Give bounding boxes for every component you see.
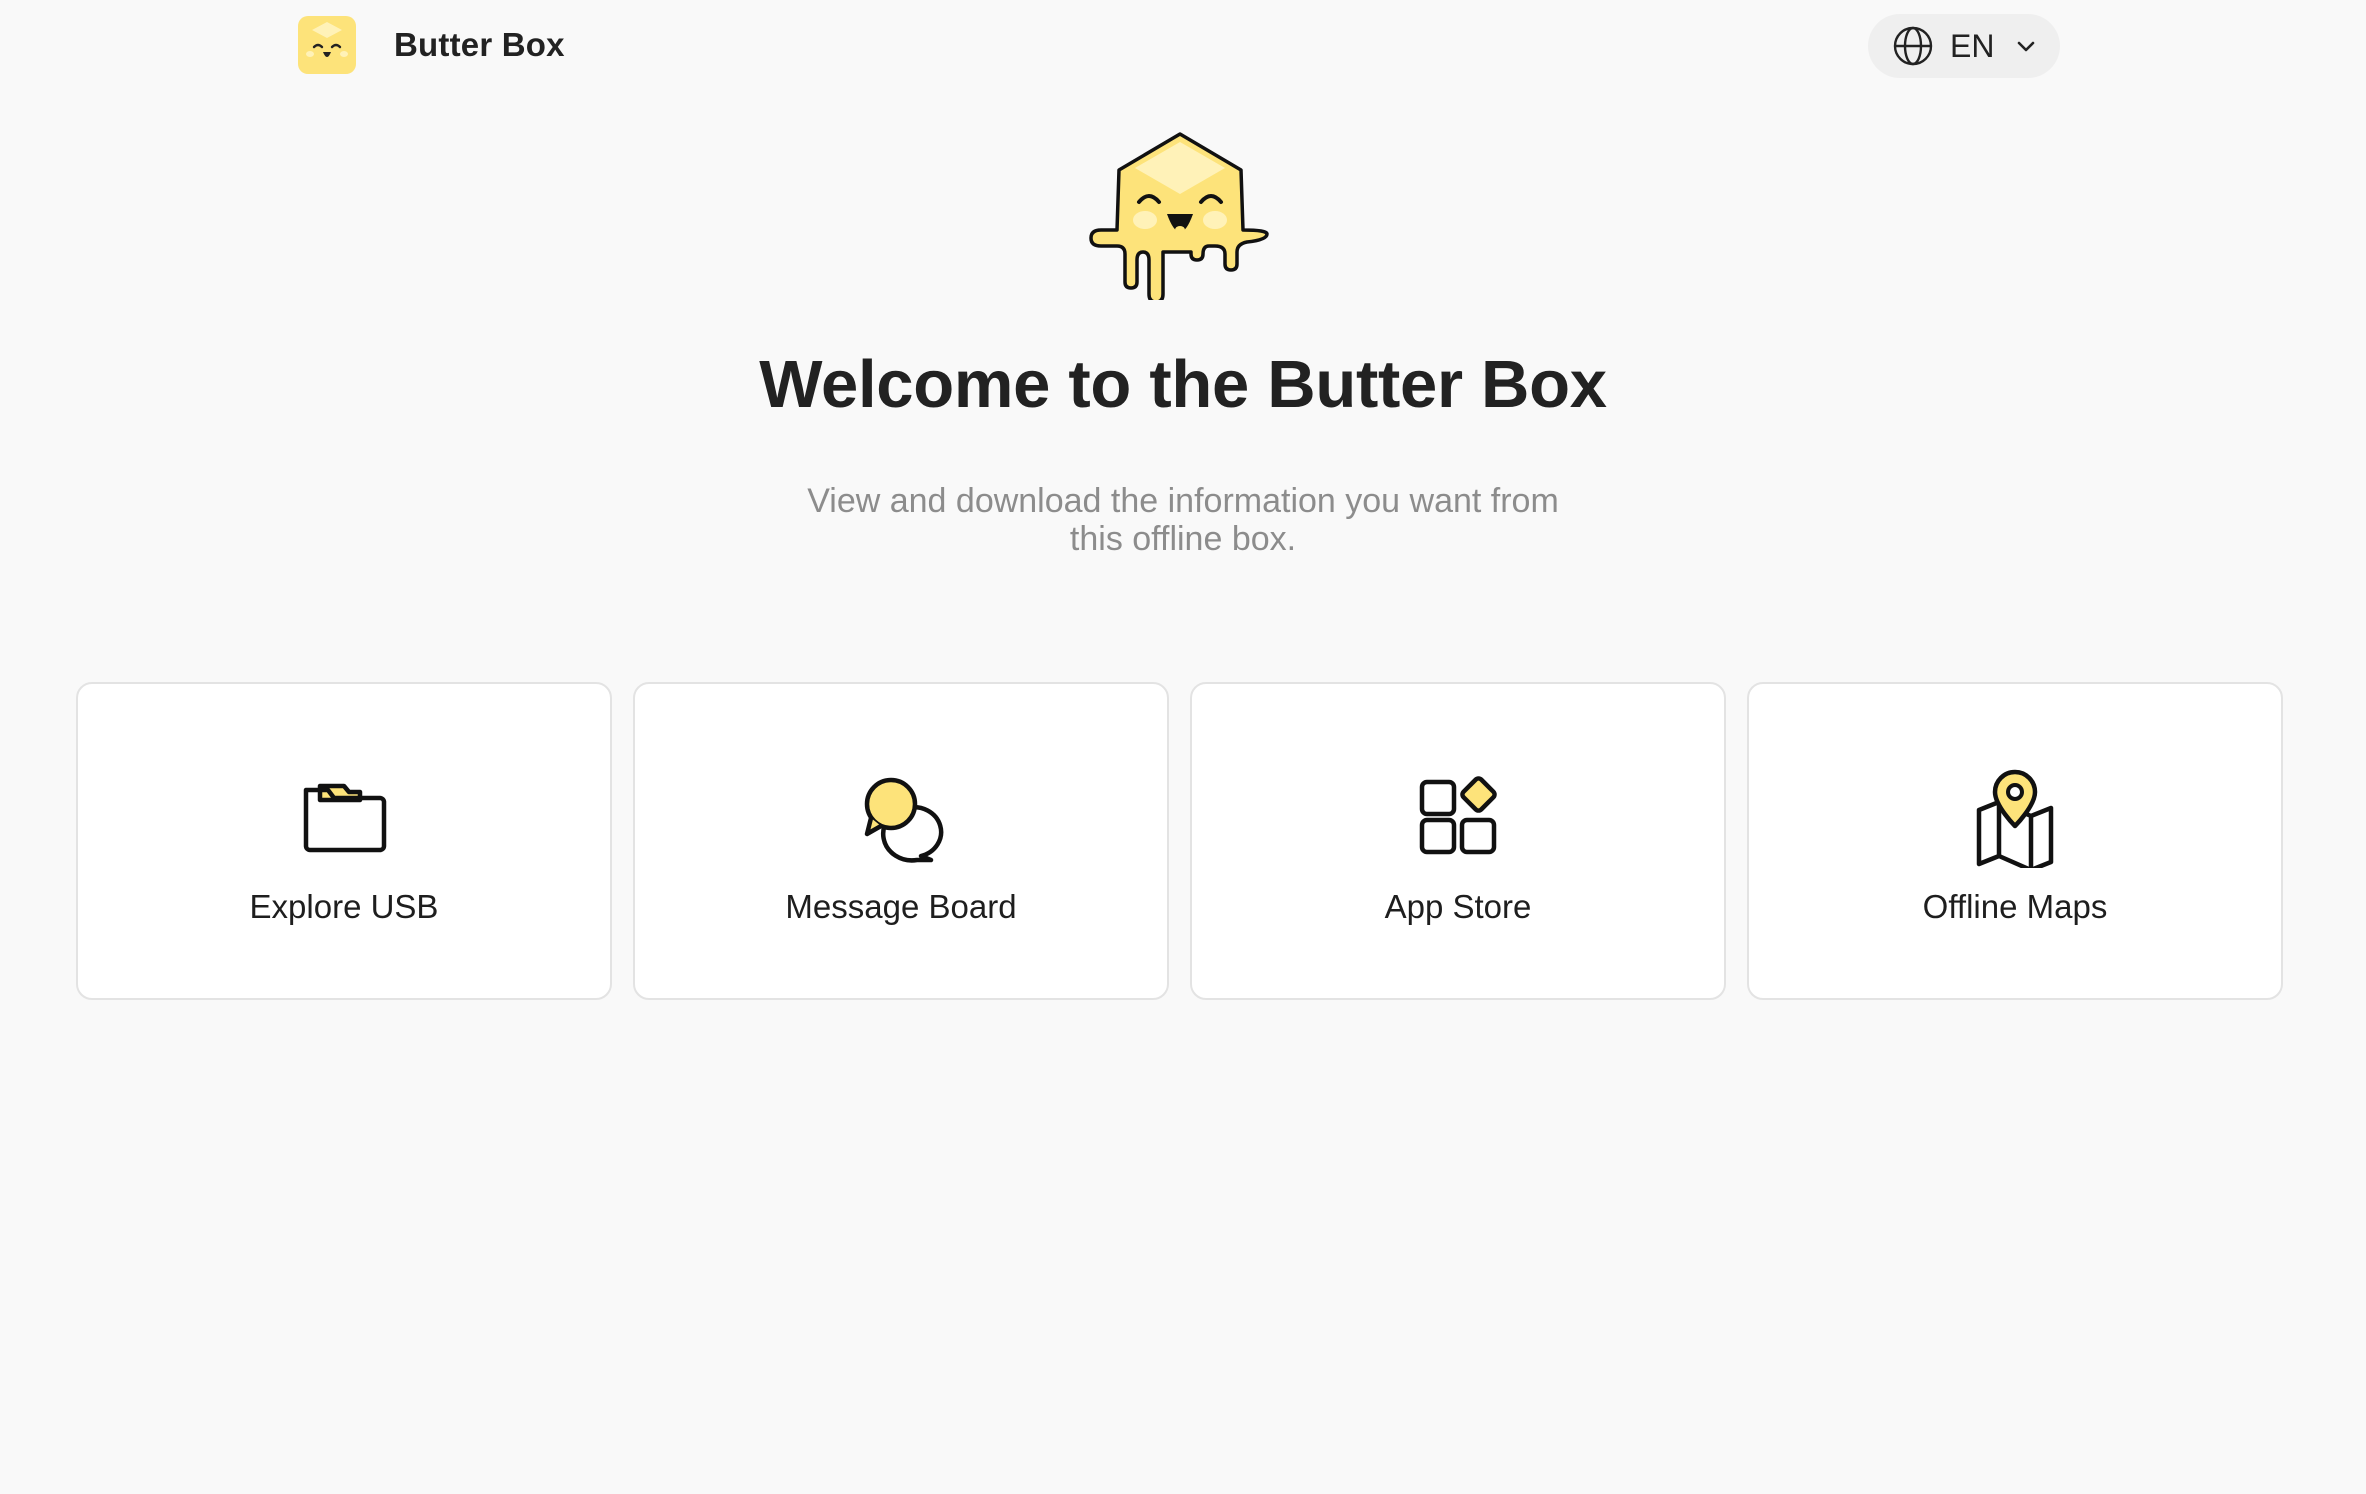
top-bar: Butter Box EN	[0, 0, 2366, 92]
map-pin-icon	[1976, 769, 2054, 868]
page-title: Welcome to the Butter Box	[759, 347, 1607, 422]
app-store-card[interactable]: App Store	[1190, 682, 1726, 1000]
folder-icon	[303, 783, 387, 853]
apps-grid-icon	[1419, 776, 1497, 855]
language-selector[interactable]: EN	[1868, 14, 2060, 78]
offline-maps-card[interactable]: Offline Maps	[1747, 682, 2283, 1000]
card-label: Offline Maps	[1922, 888, 2108, 925]
language-code: EN	[1950, 27, 1995, 64]
message-board-card[interactable]: Message Board	[633, 682, 1169, 1000]
explore-usb-card[interactable]: Explore USB	[76, 682, 612, 1000]
globe-icon	[1893, 26, 1933, 66]
brand-name: Butter Box	[394, 26, 565, 63]
page-subtitle: View and download the information you wa…	[807, 482, 1559, 558]
butter-logo-icon	[298, 16, 356, 74]
brand-home-link[interactable]: Butter Box	[298, 16, 565, 74]
card-label: Message Board	[785, 888, 1017, 925]
card-label: App Store	[1384, 888, 1532, 925]
chat-bubbles-icon	[864, 777, 944, 863]
chevron-down-icon	[2018, 41, 2035, 52]
card-label: Explore USB	[249, 888, 439, 925]
page: Butter Box EN Welcome to the Butter Box …	[0, 0, 2366, 1494]
butter-mascot-icon	[1089, 132, 1269, 300]
feature-cards: Explore USB Message Board App Store Offl…	[76, 682, 2283, 1000]
